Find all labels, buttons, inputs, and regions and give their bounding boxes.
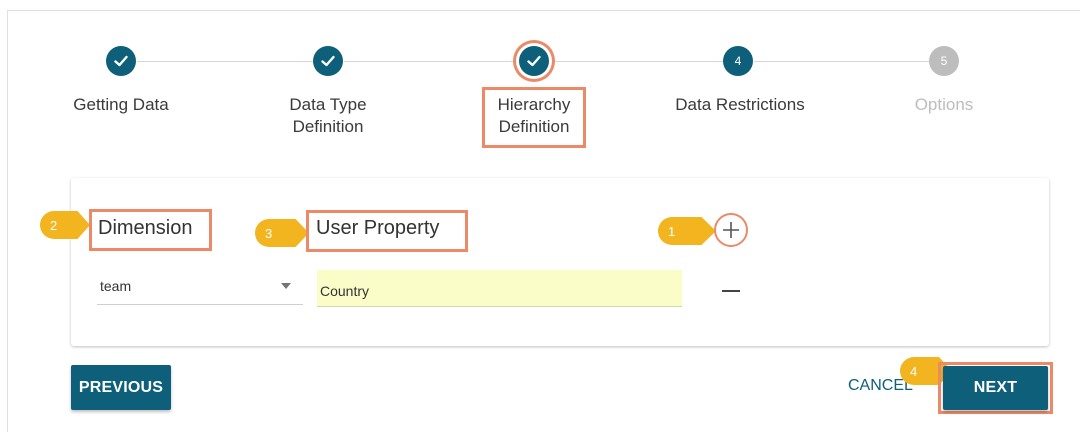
step-connector [550, 61, 723, 62]
step-3-indicator[interactable] [519, 46, 549, 76]
check-icon [114, 55, 128, 67]
step-4-number: 4 [734, 54, 742, 68]
step-1-label: Getting Data [73, 95, 169, 114]
minus-icon [722, 290, 740, 292]
callout-number: 2 [50, 217, 58, 233]
remove-row-button[interactable] [720, 283, 742, 299]
callout-number: 1 [668, 223, 676, 239]
check-icon [321, 55, 335, 67]
user-property-input[interactable] [317, 270, 682, 307]
step-5-label: Options [914, 95, 974, 114]
plus-icon [723, 222, 739, 238]
hierarchy-card [71, 178, 1049, 346]
step-4-label: Data Restrictions [675, 95, 805, 114]
stepper: Getting Data Data Type Definition Hierar… [0, 0, 1080, 160]
add-row-button[interactable] [714, 213, 748, 247]
step-2-label: Data Type Definition [289, 95, 367, 136]
dimension-header: Dimension [98, 217, 193, 239]
step-5-indicator[interactable]: 5 [929, 46, 959, 76]
step-connector [137, 61, 313, 62]
dimension-select[interactable]: team [97, 270, 303, 305]
callout-number: 3 [265, 225, 273, 241]
next-button[interactable]: NEXT [943, 366, 1048, 410]
caret-down-icon [281, 283, 291, 289]
step-connector [754, 61, 929, 62]
step-3-label: Hierarchy Definition [497, 95, 571, 136]
callout-number: 4 [910, 363, 918, 379]
step-2-indicator[interactable] [313, 46, 343, 76]
previous-button[interactable]: PREVIOUS [71, 365, 171, 410]
dimension-select-value: team [100, 278, 132, 294]
user-property-header: User Property [316, 217, 440, 239]
check-icon [527, 55, 541, 67]
step-connector [344, 61, 519, 62]
step-4-indicator[interactable]: 4 [723, 46, 753, 76]
step-1-indicator[interactable] [106, 46, 136, 76]
step-5-number: 5 [940, 54, 948, 68]
